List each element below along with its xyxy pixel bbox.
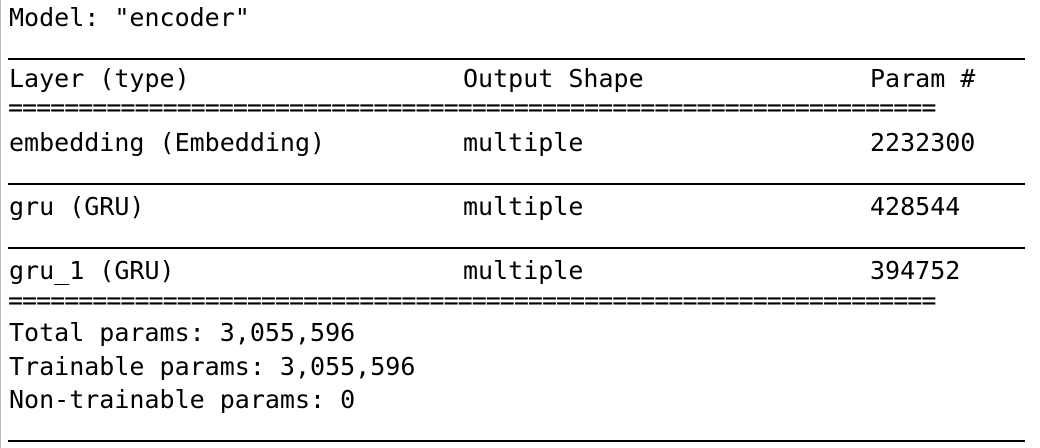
left-frame-border xyxy=(0,0,1,448)
total-params-text: Total params: 3,055,596 xyxy=(9,318,356,347)
row-param-count: 394752 xyxy=(870,256,961,285)
header-output-shape: Output Shape xyxy=(463,64,644,93)
header-layer-type: Layer (type) xyxy=(9,64,190,93)
row-output-shape: multiple xyxy=(463,192,584,221)
row-output-shape: multiple xyxy=(463,128,584,157)
row-param-count: 428544 xyxy=(870,192,961,221)
top-rule xyxy=(8,58,1025,60)
trainable-params-text: Trainable params: 3,055,596 xyxy=(9,352,416,381)
header-double-rule: ========================================… xyxy=(8,102,1025,114)
footer-double-rule: ========================================… xyxy=(8,295,1025,307)
row-divider-rule xyxy=(8,247,1025,249)
model-title: Model: "encoder" xyxy=(9,3,250,32)
row-divider-rule xyxy=(8,183,1025,185)
row-layer-name: gru (GRU) xyxy=(9,192,145,221)
row-output-shape: multiple xyxy=(463,256,584,285)
header-param-count: Param # xyxy=(870,64,976,93)
row-layer-name: gru_1 (GRU) xyxy=(9,256,175,285)
row-param-count: 2232300 xyxy=(870,128,976,157)
row-layer-name: embedding (Embedding) xyxy=(9,128,326,157)
non-trainable-params-text: Non-trainable params: 0 xyxy=(9,385,356,414)
bottom-rule xyxy=(8,440,1025,442)
